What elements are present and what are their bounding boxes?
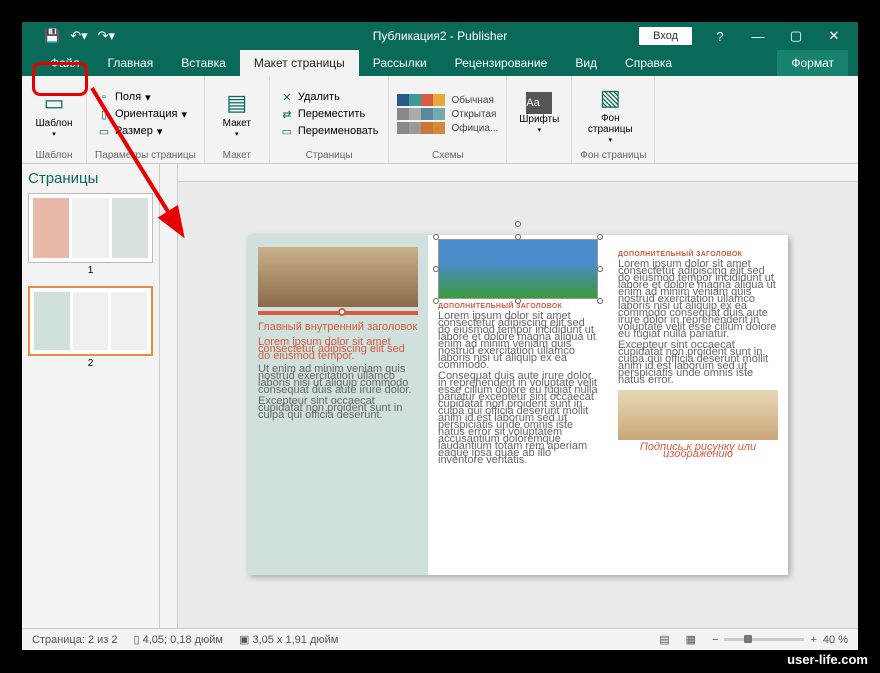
fonts-button[interactable]: AaШрифты▾ [515, 80, 563, 148]
close-icon[interactable]: ✕ [816, 22, 852, 50]
brochure-panel-1[interactable]: Главный внутренний заголовок Lorem ipsum… [248, 235, 428, 575]
layout-icon: ▤ [226, 88, 247, 118]
ribbon: ▭Шаблон▾ Шаблон ▫Поля ▾ ▯Ориентация ▾ ▭Р… [22, 76, 858, 164]
status-position: ▯ 4,05; 0,18 дюйм [134, 633, 223, 646]
vertical-ruler[interactable] [160, 164, 178, 628]
tab-mailings[interactable]: Рассылки [359, 50, 441, 76]
scheme-official[interactable]: Официа... [397, 121, 498, 135]
tab-insert[interactable]: Вставка [167, 50, 240, 76]
panel2-image-selected[interactable] [438, 239, 598, 299]
template-button[interactable]: ▭Шаблон▾ [30, 80, 78, 148]
delete-page-button[interactable]: ✕Удалить [278, 90, 381, 105]
panel3-image [618, 390, 778, 440]
tab-view[interactable]: Вид [561, 50, 611, 76]
background-button[interactable]: ▧Фон страницы▾ [580, 80, 640, 148]
redo-icon[interactable]: ↷▾ [98, 28, 115, 44]
view-single-icon[interactable]: ▤ [659, 633, 669, 646]
page-thumbnail-2[interactable] [28, 286, 153, 356]
minimize-icon[interactable]: — [740, 22, 776, 50]
zoom-in-icon[interactable]: + [810, 634, 816, 646]
tab-file[interactable]: Файл [36, 50, 94, 76]
page-viewport[interactable]: Главный внутренний заголовок Lorem ipsum… [178, 182, 858, 628]
move-page-button[interactable]: ⇄Переместить [278, 107, 381, 122]
zoom-control[interactable]: − + 40 % [712, 634, 848, 646]
zoom-slider[interactable] [724, 638, 804, 641]
brochure-panel-2[interactable]: ДОПОЛНИТЕЛЬНЫЙ ЗАГОЛОВОК Lorem ipsum dol… [428, 235, 608, 575]
status-bar: Страница: 2 из 2 ▯ 4,05; 0,18 дюйм ▣ 3,0… [22, 628, 858, 650]
nav-title: Страницы [28, 170, 153, 187]
ribbon-tabs: Файл Главная Вставка Макет страницы Расс… [22, 50, 858, 76]
workspace: Страницы 1 2 Главный внутренний заголово… [22, 164, 858, 628]
tab-review[interactable]: Рецензирование [441, 50, 562, 76]
tab-format[interactable]: Формат [777, 50, 848, 76]
size-icon: ▭ [97, 125, 111, 138]
background-icon: ▧ [600, 83, 621, 113]
rename-page-button[interactable]: ▭Переименовать [278, 124, 381, 139]
save-icon[interactable]: 💾 [44, 28, 60, 44]
zoom-level[interactable]: 40 % [823, 634, 848, 646]
margins-button[interactable]: ▫Поля ▾ [95, 90, 189, 105]
layout-button[interactable]: ▤Макет▾ [213, 80, 261, 148]
template-icon: ▭ [44, 88, 65, 118]
zoom-out-icon[interactable]: − [712, 634, 718, 646]
scheme-open[interactable]: Открытая [397, 107, 498, 121]
undo-icon[interactable]: ↶▾ [70, 28, 87, 44]
page-navigation: Страницы 1 2 [22, 164, 160, 628]
size-button[interactable]: ▭Размер ▾ [95, 124, 189, 139]
view-spread-icon[interactable]: ▦ [686, 633, 696, 646]
document-page: Главный внутренний заголовок Lorem ipsum… [248, 235, 788, 575]
rename-icon: ▭ [280, 125, 294, 138]
scheme-standard[interactable]: Обычная [397, 93, 498, 107]
status-size: ▣ 3,05 x 1,91 дюйм [239, 633, 338, 646]
document-title: Публикация2 - Publisher [373, 29, 507, 43]
watermark: user-life.com [787, 652, 868, 667]
orientation-button[interactable]: ▯Ориентация ▾ [95, 107, 189, 122]
title-bar: 💾 ↶▾ ↷▾ Публикация2 - Publisher Вход ? —… [22, 22, 858, 50]
horizontal-ruler[interactable] [178, 164, 858, 182]
login-button[interactable]: Вход [639, 27, 692, 45]
margins-icon: ▫ [97, 91, 111, 103]
move-icon: ⇄ [280, 108, 294, 121]
tab-home[interactable]: Главная [94, 50, 168, 76]
page-thumbnail-1[interactable] [28, 193, 153, 263]
maximize-icon[interactable]: ▢ [778, 22, 814, 50]
help-icon[interactable]: ? [702, 22, 738, 50]
delete-icon: ✕ [280, 91, 294, 104]
brochure-panel-3[interactable]: ДОПОЛНИТЕЛЬНЫЙ ЗАГОЛОВОК Lorem ipsum dol… [608, 235, 788, 575]
tab-help[interactable]: Справка [611, 50, 686, 76]
status-page[interactable]: Страница: 2 из 2 [32, 634, 118, 646]
orientation-icon: ▯ [97, 108, 111, 121]
app-window: 💾 ↶▾ ↷▾ Публикация2 - Publisher Вход ? —… [22, 22, 858, 650]
panel1-image [258, 247, 418, 307]
tab-page-layout[interactable]: Макет страницы [240, 50, 359, 76]
fonts-icon: Aa [526, 92, 552, 114]
